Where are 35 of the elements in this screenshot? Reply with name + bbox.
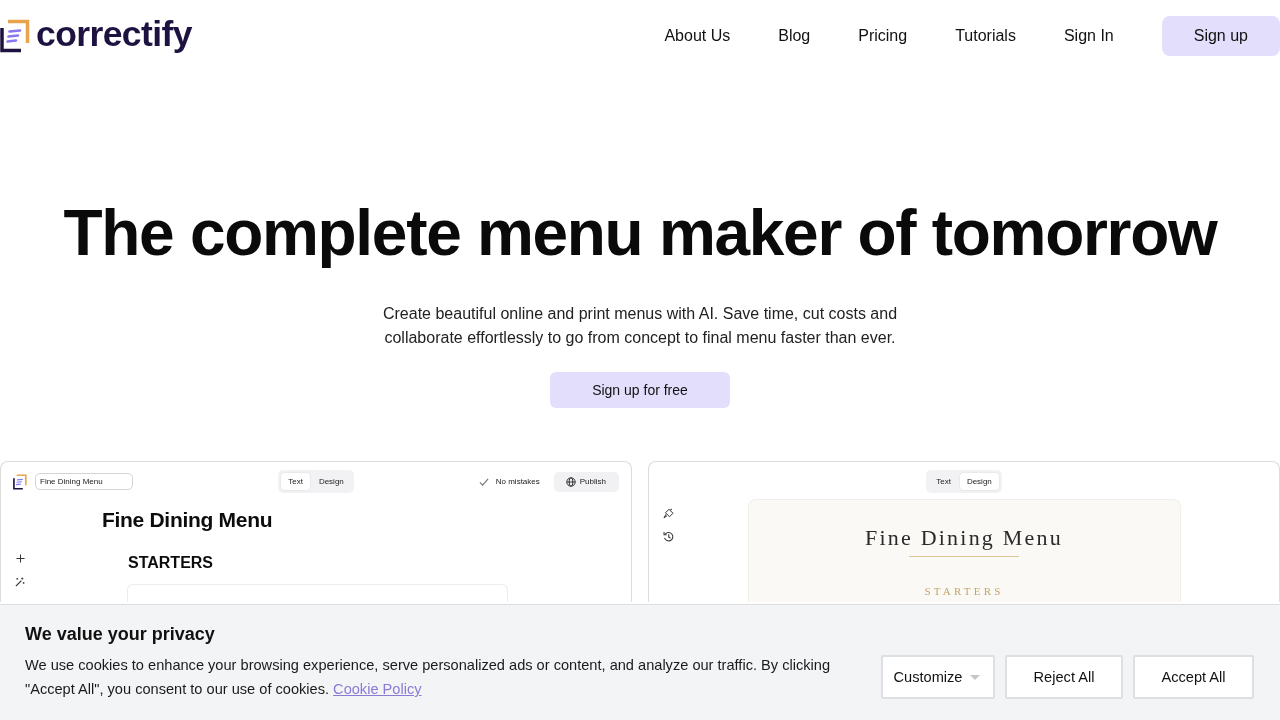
nav-link[interactable]: Tutorials: [955, 27, 1016, 45]
menu-title: Fine Dining Menu: [102, 507, 274, 533]
globe-icon: [565, 476, 576, 487]
sign-up-free-button[interactable]: Sign up for free: [550, 372, 730, 408]
menu-title: Fine Dining Menu: [865, 524, 1063, 552]
paintbrush-icon: [663, 508, 674, 519]
cookie-action-button[interactable]: Customize: [881, 655, 995, 699]
logo-icon: [0, 19, 30, 53]
cookie-title: We value your privacy: [25, 623, 216, 646]
sign-up-button[interactable]: Sign up: [1161, 16, 1280, 56]
plus-icon: [15, 554, 25, 563]
check-icon: [478, 476, 489, 487]
hero-title: The complete menu maker of tomorrow: [63, 198, 1217, 268]
view-tab[interactable]: Text: [281, 473, 310, 490]
section-heading: STARTERS: [128, 553, 215, 573]
cookie-action-button[interactable]: Accept All: [1133, 655, 1254, 699]
view-tab[interactable]: Design: [959, 473, 999, 490]
section-heading: STARTERS: [924, 585, 1004, 598]
logo-icon: [13, 473, 27, 490]
nav-link[interactable]: Pricing: [858, 27, 908, 45]
cookie-action-button[interactable]: Reject All: [1005, 655, 1123, 699]
nav-link[interactable]: About Us: [664, 27, 731, 45]
view-tab[interactable]: Text: [929, 473, 958, 490]
document-name-field[interactable]: Fine Dining Menu: [35, 473, 133, 490]
nav-link[interactable]: Blog: [778, 27, 811, 45]
cookie-text: We use cookies to enhance your browsing experience, serve personalized ads or content, and analyze our traffic. By clicking "Accept All", you consent to our use of cookies. Cookie Policy: [25, 656, 831, 699]
publish-button[interactable]: Publish: [553, 471, 619, 492]
magic-wand-icon: [15, 577, 25, 587]
logo-text[interactable]: correctify: [36, 17, 192, 55]
nav-link[interactable]: Sign In: [1063, 27, 1114, 45]
view-tab[interactable]: Design: [311, 473, 351, 490]
caret-icon: [970, 674, 981, 680]
hero-subtitle: Create beautiful online and print menus with AI. Save time, cut costs and collaborate effortlessly to go from concept to final menu faster than ever.: [381, 304, 899, 348]
status-text: No mistakes: [495, 477, 540, 486]
history-icon: [663, 531, 674, 542]
